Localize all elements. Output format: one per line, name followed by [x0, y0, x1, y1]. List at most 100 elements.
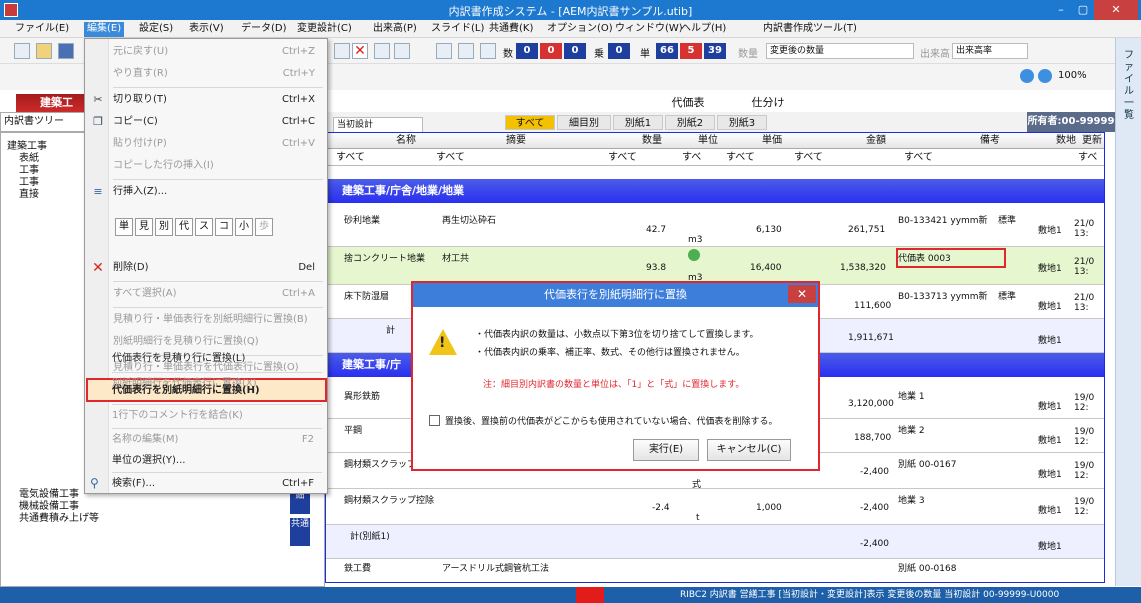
menu-item-insert-row[interactable]: 行挿入(Z)... — [113, 181, 323, 203]
search-tool-icon[interactable] — [394, 43, 410, 59]
side-tag-common[interactable]: 共通 — [290, 518, 310, 546]
cell-qty: -2.4 — [652, 503, 670, 513]
row-type-separate[interactable]: 別 — [155, 218, 173, 236]
menu-item-undo[interactable]: 元に戻す(U) Ctrl+Z — [113, 41, 323, 63]
menu-settings[interactable]: 設定(S) — [136, 22, 176, 37]
menu-item-search[interactable]: 検索(F)... Ctrl+F — [112, 472, 322, 494]
menu-item-merge-comment[interactable]: 1行下のコメント行を結合(K) — [112, 404, 322, 426]
col-qty[interactable]: 数量 — [642, 133, 662, 149]
menu-data[interactable]: データ(D) — [238, 22, 290, 37]
close-icon[interactable]: ✕ — [1094, 0, 1138, 20]
filter-cell-spec[interactable]: すべて — [436, 149, 465, 166]
cancel-button[interactable]: キャンセル(C) — [707, 439, 791, 461]
minimize-icon[interactable]: – — [1050, 0, 1072, 20]
col-spec[interactable]: 摘要 — [506, 133, 526, 149]
new-icon[interactable] — [14, 43, 30, 59]
menu-progress[interactable]: 出来高(P) — [370, 22, 420, 37]
col-amount[interactable]: 金額 — [866, 133, 886, 149]
cell-amount: -2,400 — [860, 539, 890, 549]
menu-item-delete[interactable]: 削除(D) Del — [113, 257, 323, 279]
execute-button[interactable]: 実行(E) — [633, 439, 699, 461]
design-select[interactable]: 当初設計 — [333, 117, 423, 133]
menu-item-insert-copied[interactable]: コピーした行の挿入(I) — [113, 155, 323, 177]
menu-item-paste[interactable]: 貼り付け(P) Ctrl+V — [113, 133, 323, 155]
delete-daika-checkbox[interactable] — [429, 415, 440, 426]
tree-node-direct[interactable]: 直接 — [19, 185, 39, 200]
row-type-daika[interactable]: 代 — [175, 218, 193, 236]
cell-loc: 敷地1 — [1038, 542, 1062, 552]
menu-item-edit-name[interactable]: 名称の編集(M) F2 — [112, 428, 322, 450]
qty-label: 数量 — [738, 49, 758, 60]
filter-all-button[interactable]: すべて — [505, 115, 555, 130]
zoom-out-icon[interactable] — [1038, 69, 1052, 83]
dialog-line-1: ・代価表内訳の数量は、小数点以下第3位を切り捨てして置換します。 — [475, 330, 759, 340]
menu-view[interactable]: 表示(V) — [186, 22, 227, 37]
filter-cell-unit[interactable]: すべ — [682, 149, 701, 166]
progress-select[interactable]: 出来高率 — [952, 43, 1028, 59]
dialog-close-icon[interactable]: ✕ — [788, 285, 816, 303]
menu-window[interactable]: ウィンドウ(W) — [612, 22, 686, 37]
table-row[interactable]: 鋼材類スクラップ控除 -2.4 t 1,000 -2,400 地業 3 敷地1 … — [326, 489, 1104, 525]
tab-shiwake[interactable]: 仕分け — [728, 94, 808, 112]
filter-cell-amount[interactable]: すべて — [794, 149, 823, 166]
menu-item-cut[interactable]: 切り取り(T) Ctrl+X — [113, 89, 323, 111]
menu-option[interactable]: オプション(O) — [544, 22, 616, 37]
row-type-comment[interactable]: コ — [215, 218, 233, 236]
save-icon[interactable] — [58, 43, 74, 59]
row-type-rate[interactable]: 歩 — [255, 218, 273, 236]
tool-icon-2[interactable] — [458, 43, 474, 59]
qty-select[interactable]: 変更後の数量 — [766, 43, 914, 59]
menu-change[interactable]: 変更設計(C) — [294, 22, 355, 37]
cell-qty: 93.8 — [646, 263, 667, 273]
col-price[interactable]: 単価 — [762, 133, 782, 149]
filter-cell-name[interactable]: すべて — [336, 149, 365, 166]
tab-daika[interactable]: 代価表 — [648, 94, 728, 112]
menu-item-label: コピーした行の挿入(I) — [113, 160, 214, 171]
menu-slide[interactable]: スライド(L) — [428, 22, 487, 37]
menu-help[interactable]: ヘルプ(H) — [678, 22, 729, 37]
open-icon[interactable] — [36, 43, 52, 59]
menu-item-select-all[interactable]: すべて選択(A) Ctrl+A — [113, 283, 323, 305]
menu-item-daika-to-separate[interactable]: 代価表行を別紙明細行に置換(H) — [112, 380, 322, 402]
menu-item-select-unit[interactable]: 単位の選択(Y)... — [112, 450, 322, 472]
file-list-strip[interactable]: ファイル一覧 — [1115, 38, 1141, 586]
delete-daika-checkbox-label[interactable]: 置換後、置換前の代価表がどこからも使用されていない場合、代価表を削除する。 — [445, 414, 777, 427]
filter-detail-button[interactable]: 細目別 — [557, 115, 611, 130]
filter-sheet2-button[interactable]: 別紙2 — [665, 115, 715, 130]
filter-cell-price[interactable]: すべて — [726, 149, 755, 166]
table-row[interactable]: 鉄工費 アースドリル式鋼管杭工法 別紙 00-0168 — [326, 559, 1104, 582]
row-type-subtotal[interactable]: 小 — [235, 218, 253, 236]
menu-file[interactable]: ファイル(E) — [12, 22, 72, 37]
filter-cell-qty[interactable]: すべて — [608, 149, 637, 166]
menu-tools[interactable]: 内訳書作成ツール(T) — [760, 22, 860, 37]
text-icon[interactable] — [374, 43, 390, 59]
row-type-slide[interactable]: ス — [195, 218, 213, 236]
zoom-in-icon[interactable] — [1020, 69, 1034, 83]
col-name[interactable]: 名称 — [396, 133, 416, 149]
tool-icon-1[interactable] — [436, 43, 452, 59]
menu-common[interactable]: 共通費(K) — [486, 22, 536, 37]
menu-item-daika-to-est[interactable]: 代価表行を見積り行に置換(L) — [112, 348, 322, 370]
menu-item-est-to-separate[interactable]: 見積り行・単価表行を別紙明細行に置換(B) — [113, 309, 323, 331]
filter-cell-upd[interactable]: すべ — [1078, 149, 1097, 166]
tree-node-common[interactable]: 共通費積み上げ等 — [19, 509, 99, 524]
filter-cell-note[interactable]: すべて — [904, 149, 933, 166]
col-note[interactable]: 備考 — [980, 133, 1000, 149]
row-type-estimate[interactable]: 見 — [135, 218, 153, 236]
filter-sheet3-button[interactable]: 別紙3 — [717, 115, 767, 130]
table-row[interactable]: 計(別紙1) -2,400 敷地1 — [326, 525, 1104, 559]
menu-item-redo[interactable]: やり直す(R) Ctrl+Y — [113, 63, 323, 85]
zoom-level[interactable]: 100% — [1058, 70, 1087, 81]
menu-item-copy[interactable]: コピー(C) Ctrl+C — [113, 111, 323, 133]
row-type-unit[interactable]: 単 — [115, 218, 133, 236]
col-loc[interactable]: 数地 — [1056, 133, 1076, 149]
maximize-icon[interactable]: ▢ — [1072, 0, 1094, 20]
menu-edit[interactable]: 編集(E) — [84, 22, 125, 37]
delete-x-icon[interactable]: ✕ — [352, 43, 368, 59]
edit-icon[interactable] — [334, 43, 350, 59]
col-upd[interactable]: 更新 — [1082, 133, 1102, 149]
table-row[interactable]: 砂利地業 再生切込砕石 42.7 m3 6,130 261,751 B0-133… — [326, 209, 1104, 247]
col-unit[interactable]: 単位 — [698, 133, 718, 149]
filter-sheet1-button[interactable]: 別紙1 — [613, 115, 663, 130]
tool-icon-3[interactable] — [480, 43, 496, 59]
